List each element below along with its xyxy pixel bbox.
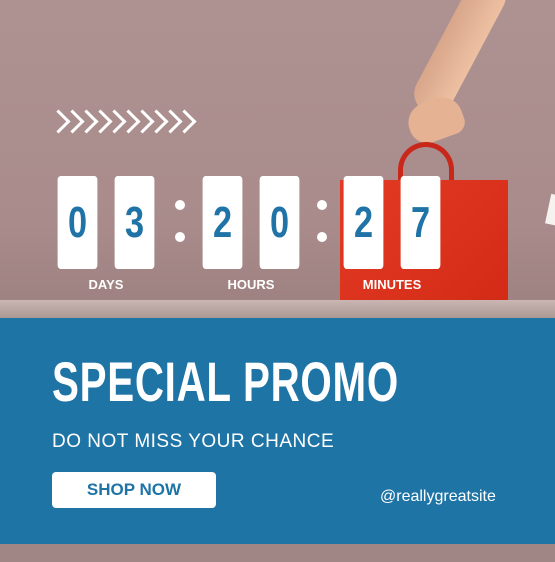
website-handle[interactable]: @reallygreatsite	[380, 488, 496, 506]
colon-separator	[175, 200, 185, 248]
promo-subtitle: DO NOT MISS YOUR CHANCE	[52, 431, 335, 452]
bottom-strip	[0, 544, 555, 562]
chevron-right-icon	[50, 107, 190, 135]
unit-label-minutes: MINUTES	[362, 277, 422, 292]
countdown-digit-minutes-1: 2	[343, 176, 384, 269]
shelf	[0, 300, 555, 320]
shop-now-button[interactable]: SHOP NOW	[52, 472, 216, 508]
countdown-digit-minutes-2: 7	[400, 176, 441, 269]
background-photo	[0, 0, 555, 320]
colon-separator	[317, 200, 327, 248]
countdown-digit-hours-1: 2	[202, 176, 243, 269]
unit-label-hours: HOURS	[227, 277, 275, 292]
unit-label-days: DAYS	[88, 277, 124, 292]
hand-image	[402, 91, 469, 149]
countdown-digit-hours-2: 0	[259, 176, 300, 269]
promo-title: SPECIAL PROMO	[52, 350, 399, 413]
countdown-digit-days-1: 0	[57, 176, 98, 269]
countdown-digit-days-2: 3	[114, 176, 155, 269]
white-object	[545, 193, 555, 227]
